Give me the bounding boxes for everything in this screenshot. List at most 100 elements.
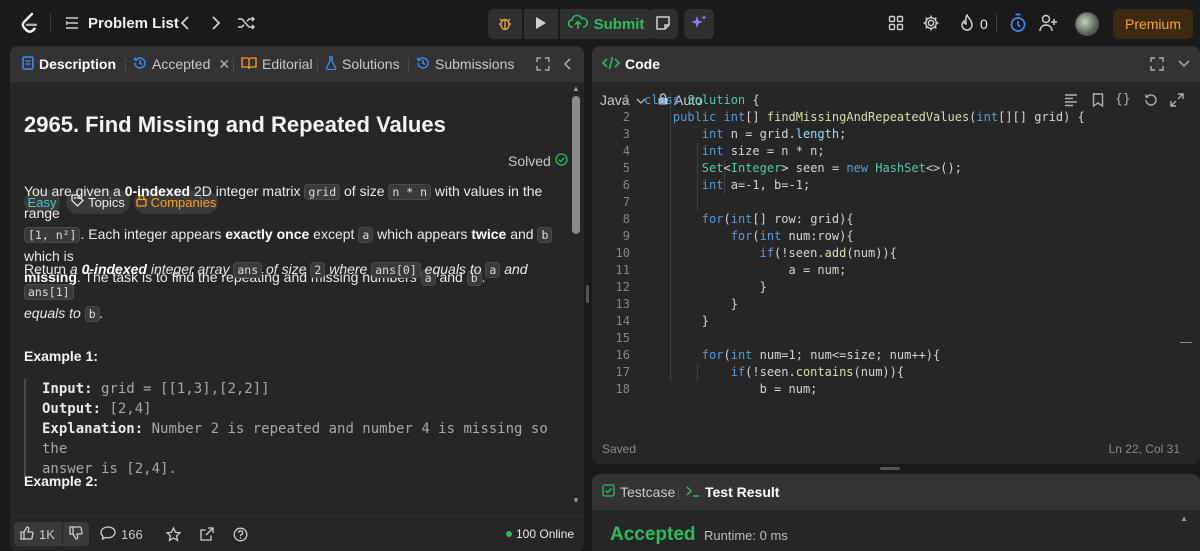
tab-testcase[interactable]: Testcase	[602, 474, 675, 510]
document-icon	[22, 55, 34, 73]
text-bold: exactly once	[225, 226, 310, 242]
text-italic: .	[99, 305, 104, 321]
tab-separator	[408, 58, 409, 72]
tab-editorial[interactable]: Editorial	[241, 46, 313, 82]
code-text: Set<Integer> seen = new HashSet<>();	[701, 161, 962, 175]
tab-editorial-label: Editorial	[262, 56, 313, 72]
divider	[50, 14, 51, 32]
run-submit-group: Submit	[488, 9, 652, 39]
code-line[interactable]: 6 int a=-1, b=-1;	[592, 177, 1192, 194]
tab-solutions[interactable]: Solutions	[325, 46, 400, 82]
code-text: class Solution {	[644, 93, 760, 107]
code-line[interactable]: 1 class Solution {	[592, 92, 1192, 109]
collapse-chevron-icon[interactable]	[563, 46, 571, 82]
chevron-left-icon[interactable]	[176, 14, 194, 32]
inline-code: n * n	[388, 184, 431, 200]
checkbox-icon	[602, 484, 615, 500]
tab-description-label: Description	[39, 56, 117, 72]
code-line[interactable]: 11 a = num;	[592, 262, 1192, 279]
editor-scroll-marker	[1180, 342, 1192, 343]
scroll-up-arrow-icon[interactable]: ▲	[572, 84, 580, 93]
code-line[interactable]: 2 public int[] findMissingAndRepeatedVal…	[592, 109, 1192, 126]
settings-gear-icon[interactable]	[922, 14, 940, 32]
like-button[interactable]: 1K	[14, 522, 62, 546]
timer-icon[interactable]	[1008, 13, 1028, 33]
collapse-chevron-icon[interactable]	[1178, 46, 1190, 82]
help-circle-icon[interactable]	[233, 522, 248, 546]
maximize-icon[interactable]	[536, 46, 550, 82]
debug-button[interactable]	[488, 9, 522, 39]
layout-icon[interactable]	[887, 14, 905, 32]
text: and	[506, 226, 538, 242]
code-line[interactable]: 16 for(int num=1; num<=size; num++){	[592, 347, 1192, 364]
tab-separator	[678, 486, 679, 500]
test-tab-bar: Testcase Test Result	[592, 474, 1200, 510]
code-line[interactable]: 5 Set<Integer> seen = new HashSet<>();	[592, 160, 1192, 177]
tab-code[interactable]: Code	[601, 46, 660, 82]
code-line[interactable]: 12 }	[592, 279, 1192, 296]
panel-resize-handle[interactable]	[586, 285, 589, 303]
code-line[interactable]: 14 }	[592, 313, 1192, 330]
code-line[interactable]: 13 }	[592, 296, 1192, 313]
example-1-input: grid = [[1,3],[2,2]]	[101, 381, 270, 397]
premium-button[interactable]: Premium	[1113, 9, 1193, 39]
text-italic: a	[69, 261, 82, 277]
leetcode-logo-icon[interactable]	[18, 11, 42, 35]
note-icon	[655, 15, 671, 34]
share-icon[interactable]	[200, 522, 214, 546]
text-italic: of size	[262, 261, 311, 277]
text: Return	[24, 261, 70, 277]
line-number: 3	[622, 127, 630, 141]
description-tab-bar: Description Accepted ✕ Editorial Solutio…	[10, 46, 584, 82]
run-button[interactable]	[524, 9, 558, 39]
tab-test-result[interactable]: Test Result	[686, 474, 779, 510]
line-number: 15	[615, 331, 630, 345]
line-number: 5	[622, 161, 630, 175]
tab-code-label: Code	[625, 56, 660, 72]
chevron-right-icon[interactable]	[207, 14, 225, 32]
code-line[interactable]: 8 for(int[] row: grid){	[592, 211, 1192, 228]
comments-button[interactable]: 166	[100, 522, 143, 546]
problem-list-link[interactable]: Problem List	[88, 15, 179, 32]
code-line[interactable]: 10 if(!seen.add(num)){	[592, 245, 1192, 262]
inline-code: [1, n²]	[24, 227, 81, 243]
avatar[interactable]	[1075, 12, 1099, 36]
panel-resize-handle-horizontal[interactable]	[880, 467, 900, 470]
code-text: }	[644, 280, 767, 294]
code-line[interactable]: 15	[592, 330, 1192, 347]
like-count: 1K	[39, 526, 55, 542]
tab-accepted[interactable]: Accepted ✕	[133, 46, 230, 82]
code-line[interactable]: 17 if(!seen.contains(num)){	[592, 364, 1192, 381]
code-line[interactable]: 18 b = num;	[592, 381, 1192, 398]
code-line[interactable]: 4 int size = n * n;	[592, 143, 1192, 160]
tab-accepted-label: Accepted	[152, 56, 211, 72]
dislike-button[interactable]	[63, 522, 89, 546]
close-icon[interactable]: ✕	[218, 56, 230, 73]
shuffle-icon[interactable]	[237, 14, 255, 32]
maximize-icon[interactable]	[1150, 46, 1164, 82]
inline-code: b	[537, 227, 553, 243]
streak-fire-icon[interactable]	[958, 14, 976, 32]
line-number: 18	[615, 382, 630, 396]
online-indicator: 100 Online	[506, 522, 574, 546]
add-friend-icon[interactable]	[1039, 13, 1059, 33]
submit-button[interactable]: Submit	[560, 9, 652, 39]
line-number: 17	[615, 365, 630, 379]
scroll-down-arrow-icon[interactable]: ▼	[572, 496, 580, 505]
tab-submissions[interactable]: Submissions	[416, 46, 514, 82]
code-line[interactable]: 9 for(int num:row){	[592, 228, 1192, 245]
scroll-up-arrow-icon[interactable]: ▲	[1180, 514, 1188, 523]
text-italic: equals to	[24, 305, 85, 321]
code-text: for(int num:row){	[730, 229, 854, 243]
code-line[interactable]: 7	[592, 194, 1192, 211]
explanation-label: Explanation:	[42, 421, 144, 437]
favorite-star-icon[interactable]	[166, 522, 181, 546]
text: except	[309, 226, 359, 242]
code-text: for(int num=1; num<=size; num++){	[701, 348, 941, 362]
scrollbar-thumb[interactable]	[572, 96, 580, 234]
ai-assistant-button[interactable]	[684, 9, 714, 39]
code-line[interactable]: 3 int n = grid.length;	[592, 126, 1192, 143]
notes-button[interactable]	[648, 9, 678, 39]
tab-description[interactable]: Description	[22, 46, 116, 82]
problem-list-icon[interactable]	[64, 15, 80, 31]
